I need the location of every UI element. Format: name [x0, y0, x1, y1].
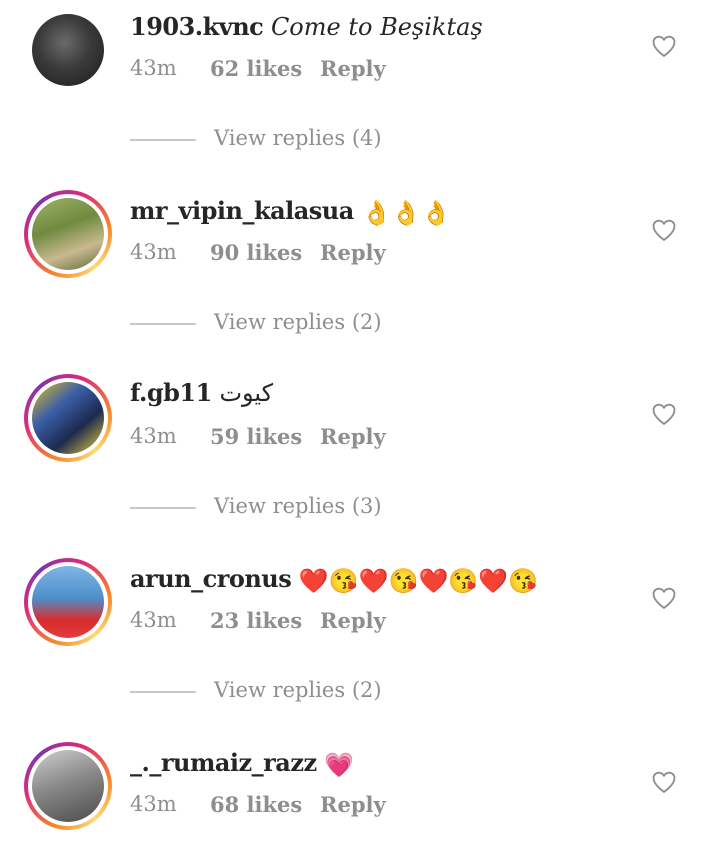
comment-username[interactable]: f.gb11 — [130, 378, 212, 407]
comment-time: 43m — [130, 608, 177, 632]
avatar-image — [32, 750, 104, 822]
heart-outline-icon[interactable] — [650, 400, 678, 428]
comment-body: _._rumaiz_razz 💗 — [130, 748, 354, 780]
reply-button[interactable]: Reply — [320, 56, 386, 81]
view-replies-label[interactable]: View replies (2) — [214, 678, 382, 702]
comment-text: Come to Beşiktaş — [270, 13, 483, 41]
reply-button[interactable]: Reply — [320, 608, 386, 633]
heart-outline-icon[interactable] — [650, 768, 678, 796]
comment-item: _._rumaiz_razz 💗 43m 68 likes Reply — [0, 736, 720, 856]
comment-likes[interactable]: 23 likes — [210, 608, 302, 633]
comment-time: 43m — [130, 56, 177, 80]
avatar[interactable] — [32, 14, 104, 86]
comment-username[interactable]: 1903.kvnc — [130, 12, 264, 41]
heart-outline-icon[interactable] — [650, 584, 678, 612]
heart-outline-icon[interactable] — [650, 32, 678, 60]
comment-username[interactable]: arun_cronus — [130, 564, 292, 593]
comment-emojis: 💗 — [324, 751, 355, 779]
comment-username[interactable]: mr_vipin_kalasua — [130, 196, 354, 225]
view-replies-label[interactable]: View replies (2) — [214, 310, 382, 334]
comment-emojis: ❤️😘❤️😘❤️😘❤️😘 — [298, 567, 538, 595]
avatar-image — [32, 14, 104, 86]
avatar[interactable] — [24, 190, 112, 278]
comment-emojis: 👌👌👌 — [361, 199, 452, 227]
heart-outline-icon[interactable] — [650, 216, 678, 244]
reply-button[interactable]: Reply — [320, 424, 386, 449]
comment-body: mr_vipin_kalasua 👌👌👌 — [130, 196, 451, 228]
avatar[interactable] — [24, 374, 112, 462]
comment-item: 1903.kvnc Come to Beşiktaş 43m 62 likes … — [0, 0, 720, 120]
comment-item: f.gb11 كيوت 43m 59 likes Reply — [0, 368, 720, 488]
comment-likes[interactable]: 68 likes — [210, 792, 302, 817]
comment-body: arun_cronus ❤️😘❤️😘❤️😘❤️😘 — [130, 564, 538, 596]
comment-likes[interactable]: 62 likes — [210, 56, 302, 81]
comment-item: arun_cronus ❤️😘❤️😘❤️😘❤️😘 43m 23 likes Re… — [0, 552, 720, 672]
comment-body: 1903.kvnc Come to Beşiktaş — [130, 12, 483, 42]
comment-username[interactable]: _._rumaiz_razz — [130, 748, 317, 777]
view-replies-divider — [130, 323, 196, 325]
view-replies-divider — [130, 691, 196, 693]
avatar-image — [32, 198, 104, 270]
view-replies-label[interactable]: View replies (3) — [214, 494, 382, 518]
comment-likes[interactable]: 59 likes — [210, 424, 302, 449]
avatar[interactable] — [24, 742, 112, 830]
comment-body: f.gb11 كيوت — [130, 378, 273, 408]
view-replies-label[interactable]: View replies (4) — [214, 126, 382, 150]
view-replies-divider — [130, 139, 196, 141]
comment-time: 43m — [130, 792, 177, 816]
avatar[interactable] — [24, 558, 112, 646]
comment-time: 43m — [130, 240, 177, 264]
comment-item: mr_vipin_kalasua 👌👌👌 43m 90 likes Reply — [0, 184, 720, 304]
reply-button[interactable]: Reply — [320, 240, 386, 265]
comment-likes[interactable]: 90 likes — [210, 240, 302, 265]
comment-time: 43m — [130, 424, 177, 448]
avatar-image — [32, 382, 104, 454]
avatar-image — [32, 566, 104, 638]
reply-button[interactable]: Reply — [320, 792, 386, 817]
view-replies-divider — [130, 507, 196, 509]
comment-text: كيوت — [219, 379, 274, 407]
